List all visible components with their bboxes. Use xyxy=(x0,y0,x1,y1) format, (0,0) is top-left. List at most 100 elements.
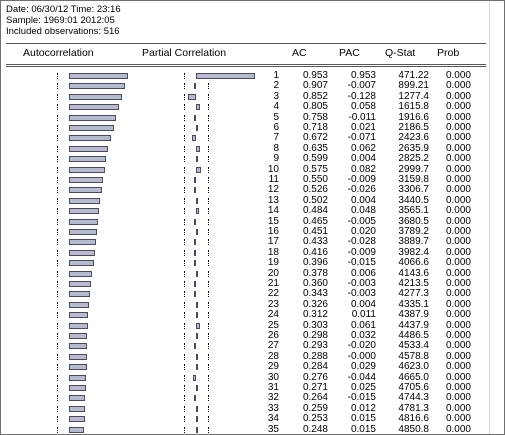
qstat-cell: 4816.6 xyxy=(398,413,429,425)
header-bottom-rule-2 xyxy=(6,66,486,67)
pac-confidence-upper-line xyxy=(208,322,210,329)
pac-confidence-upper-line xyxy=(208,93,210,100)
pac-bar xyxy=(191,135,196,142)
pac-bar xyxy=(193,374,196,381)
prob-cell: 0.000 xyxy=(445,132,471,144)
ac-value-cell: 0.264 xyxy=(302,392,328,404)
pac-confidence-lower-line xyxy=(184,114,186,121)
pac-confidence-lower-line xyxy=(184,93,186,100)
ac-confidence-lower-line xyxy=(57,229,59,235)
pac-confidence-upper-line xyxy=(208,281,210,287)
pac-confidence-upper-line xyxy=(208,166,210,173)
ac-confidence-lower-line xyxy=(57,322,59,329)
pac-value-cell: -0.026 xyxy=(347,184,376,196)
ac-bar xyxy=(69,73,129,79)
ac-bar xyxy=(69,104,119,111)
ac-confidence-lower-line xyxy=(57,374,59,381)
pac-confidence-upper-line xyxy=(208,239,210,246)
ac-bar xyxy=(69,333,88,339)
ac-value-cell: 0.293 xyxy=(302,340,328,352)
lag-cell: 27 xyxy=(267,340,279,352)
ac-bar xyxy=(69,374,87,381)
prob-cell: 0.000 xyxy=(445,101,471,113)
ac-confidence-lower-line xyxy=(57,156,59,163)
pac-confidence-upper-line xyxy=(208,83,210,90)
pac-value-cell: -0.020 xyxy=(347,340,376,352)
pac-confidence-lower-line xyxy=(184,166,186,173)
prob-cell: 0.000 xyxy=(445,309,471,321)
ac-confidence-lower-line xyxy=(57,93,59,100)
ac-confidence-lower-line xyxy=(57,83,59,90)
ac-confidence-lower-line xyxy=(57,239,59,246)
prob-cell: 0.000 xyxy=(445,236,471,248)
pac-bar xyxy=(196,416,198,423)
pac-confidence-lower-line xyxy=(184,239,186,246)
ac-bar xyxy=(69,208,99,215)
pac-bar xyxy=(194,177,196,183)
ac-bar xyxy=(69,301,90,308)
ac-bar xyxy=(69,187,102,194)
pac-bar xyxy=(196,353,198,360)
pac-confidence-lower-line xyxy=(184,291,186,298)
ac-confidence-lower-line xyxy=(57,208,59,215)
pac-bar xyxy=(194,281,196,287)
pac-confidence-lower-line xyxy=(184,281,186,287)
ac-bar xyxy=(69,312,89,319)
ac-value-cell: 0.248 xyxy=(302,423,328,435)
pac-bar xyxy=(196,405,198,412)
pac-bar xyxy=(196,229,198,235)
vertical-scrollbar[interactable] xyxy=(489,1,504,434)
lag-cell: 32 xyxy=(267,392,279,404)
pac-confidence-lower-line xyxy=(184,333,186,339)
autocorrelation-header: Autocorrelation xyxy=(23,47,94,59)
pac-value-cell: 0.015 xyxy=(350,413,376,425)
qstat-cell: 4744.3 xyxy=(398,392,429,404)
date-line: Date: 06/30/12 Time: 23:16 xyxy=(6,4,121,15)
pac-value-cell: -0.007 xyxy=(347,80,376,92)
qstat-cell: 4066.6 xyxy=(398,257,429,269)
pac-confidence-upper-line xyxy=(208,249,210,256)
pac-bar xyxy=(194,218,196,225)
pac-value-cell: -0.003 xyxy=(347,288,376,300)
ac-confidence-lower-line xyxy=(57,145,59,152)
pac-bar xyxy=(196,197,198,204)
pac-confidence-lower-line xyxy=(184,208,186,215)
pac-confidence-upper-line xyxy=(208,208,210,215)
pac-confidence-lower-line xyxy=(184,187,186,194)
pac-bar xyxy=(194,343,196,350)
pac-confidence-upper-line xyxy=(208,291,210,298)
header-bottom-rule xyxy=(6,64,486,65)
ac-confidence-lower-line xyxy=(57,249,59,256)
pac-bar xyxy=(196,426,198,433)
pac-confidence-lower-line xyxy=(184,343,186,350)
ac-confidence-lower-line xyxy=(57,218,59,225)
lag-cell: 7 xyxy=(273,132,279,144)
prob-cell: 0.000 xyxy=(445,423,471,435)
pac-confidence-upper-line xyxy=(208,135,210,142)
prob-cell: 0.000 xyxy=(445,361,471,373)
ac-bar xyxy=(69,114,116,121)
pac-bar xyxy=(196,312,198,319)
pac-confidence-lower-line xyxy=(184,156,186,163)
ac-confidence-lower-line xyxy=(57,416,59,423)
ac-bar xyxy=(69,249,95,256)
pac-bar xyxy=(194,395,196,402)
ac-confidence-lower-line xyxy=(57,166,59,173)
pac-bar xyxy=(196,145,200,152)
ac-confidence-lower-line xyxy=(57,73,59,79)
ac-value-cell: 0.484 xyxy=(302,205,328,217)
ac-confidence-lower-line xyxy=(57,405,59,412)
prob-cell: 0.000 xyxy=(445,340,471,352)
ac-value-cell: 0.672 xyxy=(302,132,328,144)
qstat-cell: 2825.2 xyxy=(398,153,429,165)
ac-confidence-lower-line xyxy=(57,426,59,433)
pac-confidence-lower-line xyxy=(184,260,186,267)
pac-confidence-lower-line xyxy=(184,374,186,381)
qstat-cell: 3565.1 xyxy=(398,205,429,217)
pac-bar xyxy=(196,208,199,215)
pac-value-cell: -0.015 xyxy=(347,257,376,269)
pac-bar xyxy=(188,93,196,100)
pac-confidence-upper-line xyxy=(208,145,210,152)
ac-confidence-lower-line xyxy=(57,301,59,308)
pac-bar xyxy=(196,104,200,111)
